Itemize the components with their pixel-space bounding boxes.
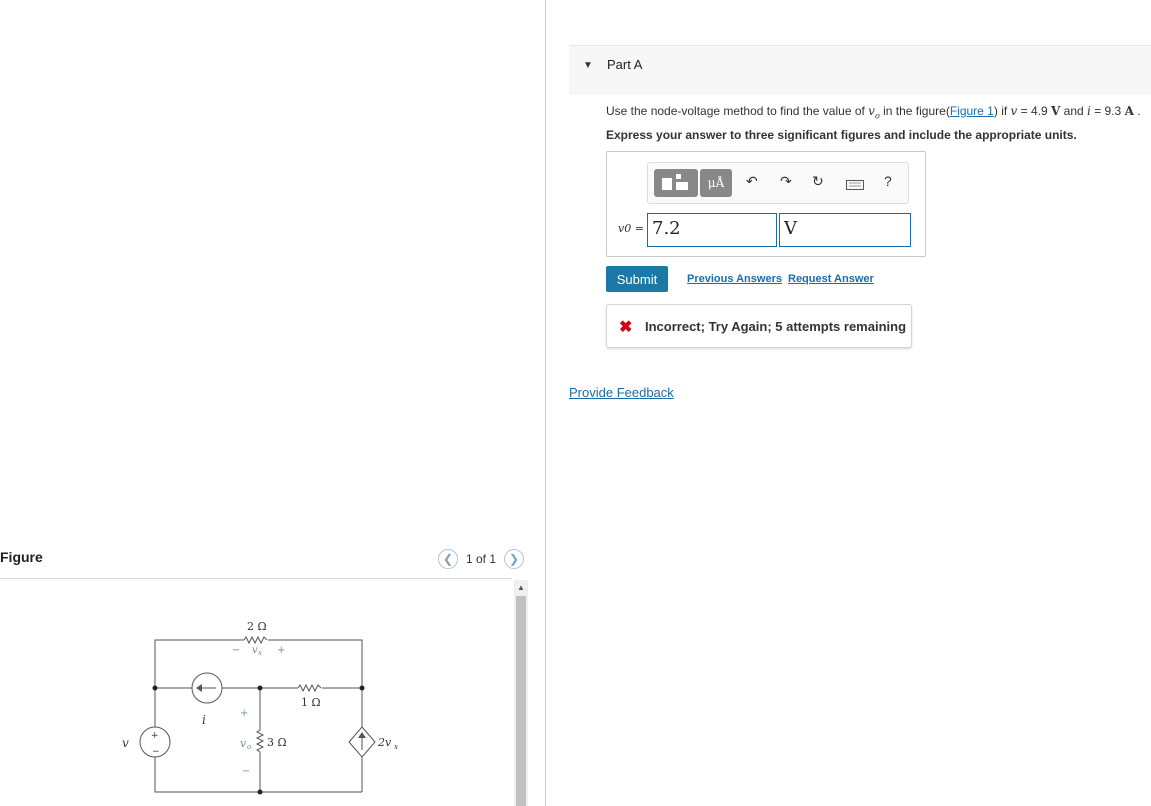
- v-plus: +: [151, 731, 159, 741]
- figure-divider: [0, 578, 512, 579]
- vx-minus: −: [232, 645, 240, 656]
- part-a-header[interactable]: ▼ Part A: [569, 45, 1151, 95]
- circuit-diagram: 2 Ω 1 Ω 3 Ω − v x + i v + − + v o − 2v x: [122, 620, 398, 795]
- answer-value-input[interactable]: 7.2: [647, 213, 777, 247]
- answer-unit-input[interactable]: V: [779, 213, 911, 247]
- pager-text: 1 of 1: [466, 552, 497, 566]
- figure-scrollbar[interactable]: ▲: [514, 580, 528, 806]
- vo-label: v: [240, 737, 247, 750]
- answer-label: v0 =: [618, 222, 644, 235]
- figure-pager: ❮ 1 of 1 ❯: [438, 549, 525, 569]
- r1-label: 2 Ω: [247, 620, 267, 633]
- redo-icon[interactable]: ↷: [780, 173, 792, 190]
- math-toolbar: μÅ ↶ ↷ ↻ ?: [647, 162, 909, 204]
- request-answer-link[interactable]: Request Answer: [788, 273, 874, 285]
- templates-button[interactable]: [654, 169, 698, 197]
- provide-feedback-link[interactable]: Provide Feedback: [569, 385, 674, 400]
- caret-down-icon: ▼: [583, 60, 593, 71]
- scroll-thumb[interactable]: [516, 596, 526, 806]
- instruction-text: Express your answer to three significant…: [606, 128, 1077, 142]
- figure-title: Figure: [0, 549, 43, 565]
- scroll-up-arrow-icon[interactable]: ▲: [514, 580, 528, 594]
- v-label: v: [122, 736, 129, 750]
- feedback-box: ✖ Incorrect; Try Again; 5 attempts remai…: [606, 304, 912, 348]
- vx-plus: +: [277, 645, 285, 656]
- error-x-icon: ✖: [619, 319, 633, 336]
- vx-subscript: x: [258, 649, 262, 657]
- chevron-left-icon: ❮: [442, 552, 454, 566]
- part-title: Part A: [607, 57, 643, 72]
- undo-icon[interactable]: ↶: [746, 173, 758, 190]
- v-minus: −: [152, 747, 160, 757]
- figure-link[interactable]: Figure 1: [950, 104, 994, 118]
- i-label: i: [202, 713, 206, 727]
- submit-button[interactable]: Submit: [606, 266, 668, 292]
- question-text: Use the node-voltage method to find the …: [606, 104, 1141, 121]
- vo-minus: −: [242, 766, 250, 777]
- feedback-message: Incorrect; Try Again; 5 attempts remaini…: [645, 319, 907, 334]
- reset-icon[interactable]: ↻: [812, 173, 824, 190]
- units-button[interactable]: μÅ: [700, 169, 732, 197]
- previous-answers-link[interactable]: Previous Answers: [687, 273, 782, 285]
- dep-source-label: 2v: [377, 736, 392, 749]
- vo-subscript: o: [247, 743, 251, 751]
- template-icon: [662, 174, 688, 190]
- answer-box: μÅ ↶ ↷ ↻ ? v0 = 7.2 V: [606, 151, 926, 257]
- vo-plus: +: [240, 708, 248, 719]
- next-figure-button[interactable]: ❯: [504, 549, 525, 569]
- prev-figure-button[interactable]: ❮: [438, 549, 458, 569]
- help-button[interactable]: ?: [884, 173, 892, 189]
- r2-label: 1 Ω: [301, 696, 321, 709]
- dep-source-subscript: x: [394, 743, 398, 751]
- r3-label: 3 Ω: [267, 736, 287, 749]
- chevron-right-icon: ❯: [509, 552, 520, 566]
- pane-divider: [545, 0, 546, 806]
- keyboard-icon[interactable]: [846, 177, 864, 193]
